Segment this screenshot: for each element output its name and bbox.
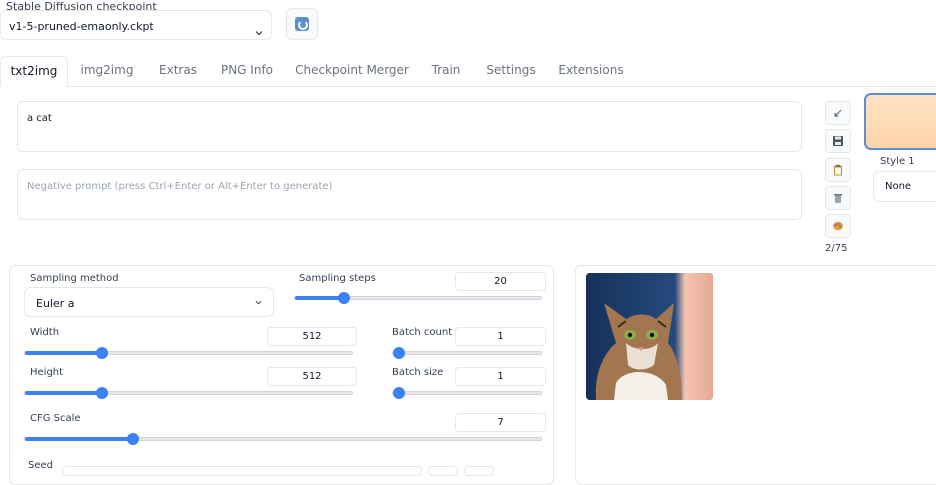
prompt-text: a cat bbox=[27, 113, 52, 124]
height-label: Height bbox=[30, 367, 64, 378]
tab-checkpoint-merger[interactable]: Checkpoint Merger bbox=[292, 56, 412, 87]
arrow-down-left-icon: ↙ bbox=[832, 106, 844, 120]
extra-networks-button[interactable] bbox=[825, 214, 851, 238]
cfg-scale-input[interactable]: 7 bbox=[455, 413, 546, 432]
cfg-scale-slider[interactable] bbox=[24, 433, 542, 445]
negative-prompt-placeholder: Negative prompt (press Ctrl+Enter or Alt… bbox=[27, 181, 333, 192]
batch-count-slider[interactable] bbox=[392, 347, 542, 359]
tab-train[interactable]: Train bbox=[422, 56, 470, 87]
slider-thumb[interactable] bbox=[127, 433, 139, 445]
palette-icon bbox=[833, 221, 843, 231]
tab-img2img[interactable]: img2img bbox=[76, 56, 138, 87]
slider-thumb[interactable] bbox=[96, 387, 108, 399]
chevron-down-icon bbox=[255, 31, 263, 36]
checkpoint-dropdown[interactable]: v1-5-pruned-emaonly.ckpt bbox=[0, 10, 272, 40]
refresh-checkpoint-button[interactable] bbox=[286, 8, 318, 40]
refresh-icon bbox=[295, 17, 309, 31]
slider-thumb[interactable] bbox=[338, 292, 350, 304]
slider-fill bbox=[25, 391, 102, 395]
styles-dropdown[interactable]: None bbox=[873, 171, 936, 202]
height-slider[interactable] bbox=[24, 387, 353, 399]
width-slider[interactable] bbox=[24, 347, 353, 359]
sampling-method-dropdown[interactable]: Euler a bbox=[24, 287, 274, 317]
sampling-method-value: Euler a bbox=[36, 297, 75, 310]
batch-size-slider[interactable] bbox=[392, 387, 542, 399]
slider-thumb[interactable] bbox=[393, 387, 405, 399]
width-input[interactable]: 512 bbox=[267, 327, 357, 346]
slider-thumb[interactable] bbox=[96, 347, 108, 359]
seed-input[interactable] bbox=[62, 466, 422, 476]
read-params-button[interactable]: ↙ bbox=[825, 101, 851, 125]
tab-txt2img[interactable]: txt2img bbox=[0, 56, 68, 87]
batch-size-label: Batch size bbox=[392, 367, 444, 378]
random-seed-button[interactable] bbox=[428, 466, 458, 476]
sampling-steps-slider[interactable] bbox=[294, 292, 542, 304]
generated-image-thumbnail[interactable] bbox=[586, 273, 713, 400]
token-counter: 2/75 bbox=[825, 243, 848, 254]
height-input[interactable]: 512 bbox=[267, 367, 357, 386]
slider-thumb[interactable] bbox=[393, 347, 405, 359]
slider-fill bbox=[25, 351, 102, 355]
paste-style-button[interactable] bbox=[825, 158, 851, 182]
checkpoint-value: v1-5-pruned-emaonly.ckpt bbox=[9, 20, 154, 33]
prompt-textarea[interactable]: a cat bbox=[17, 101, 802, 152]
reuse-seed-button[interactable] bbox=[464, 466, 494, 476]
negative-prompt-textarea[interactable]: Negative prompt (press Ctrl+Enter or Alt… bbox=[17, 169, 802, 220]
seed-label: Seed bbox=[28, 460, 53, 471]
save-icon bbox=[833, 136, 843, 146]
sampling-steps-label: Sampling steps bbox=[299, 273, 376, 284]
generate-button[interactable] bbox=[864, 93, 936, 150]
save-style-button[interactable] bbox=[825, 129, 851, 153]
tab-settings[interactable]: Settings bbox=[482, 56, 540, 87]
generated-cat-image bbox=[586, 273, 713, 400]
tab-extensions[interactable]: Extensions bbox=[554, 56, 628, 87]
styles-label: Style 1 bbox=[880, 156, 915, 167]
tab-png-info[interactable]: PNG Info bbox=[214, 56, 280, 87]
slider-fill bbox=[295, 296, 344, 300]
cfg-scale-label: CFG Scale bbox=[30, 413, 81, 424]
clear-prompt-button[interactable] bbox=[825, 186, 851, 210]
batch-count-input[interactable]: 1 bbox=[455, 327, 546, 346]
chevron-down-icon bbox=[255, 300, 262, 305]
width-label: Width bbox=[30, 327, 60, 338]
trash-icon bbox=[834, 194, 842, 203]
sampling-steps-input[interactable]: 20 bbox=[455, 272, 546, 291]
tab-extras[interactable]: Extras bbox=[152, 56, 204, 87]
sampling-method-label: Sampling method bbox=[30, 273, 119, 284]
batch-size-input[interactable]: 1 bbox=[455, 367, 546, 386]
styles-value: None bbox=[885, 181, 912, 192]
slider-fill bbox=[25, 437, 133, 441]
batch-count-label: Batch count bbox=[392, 327, 453, 338]
clipboard-icon bbox=[834, 164, 842, 176]
